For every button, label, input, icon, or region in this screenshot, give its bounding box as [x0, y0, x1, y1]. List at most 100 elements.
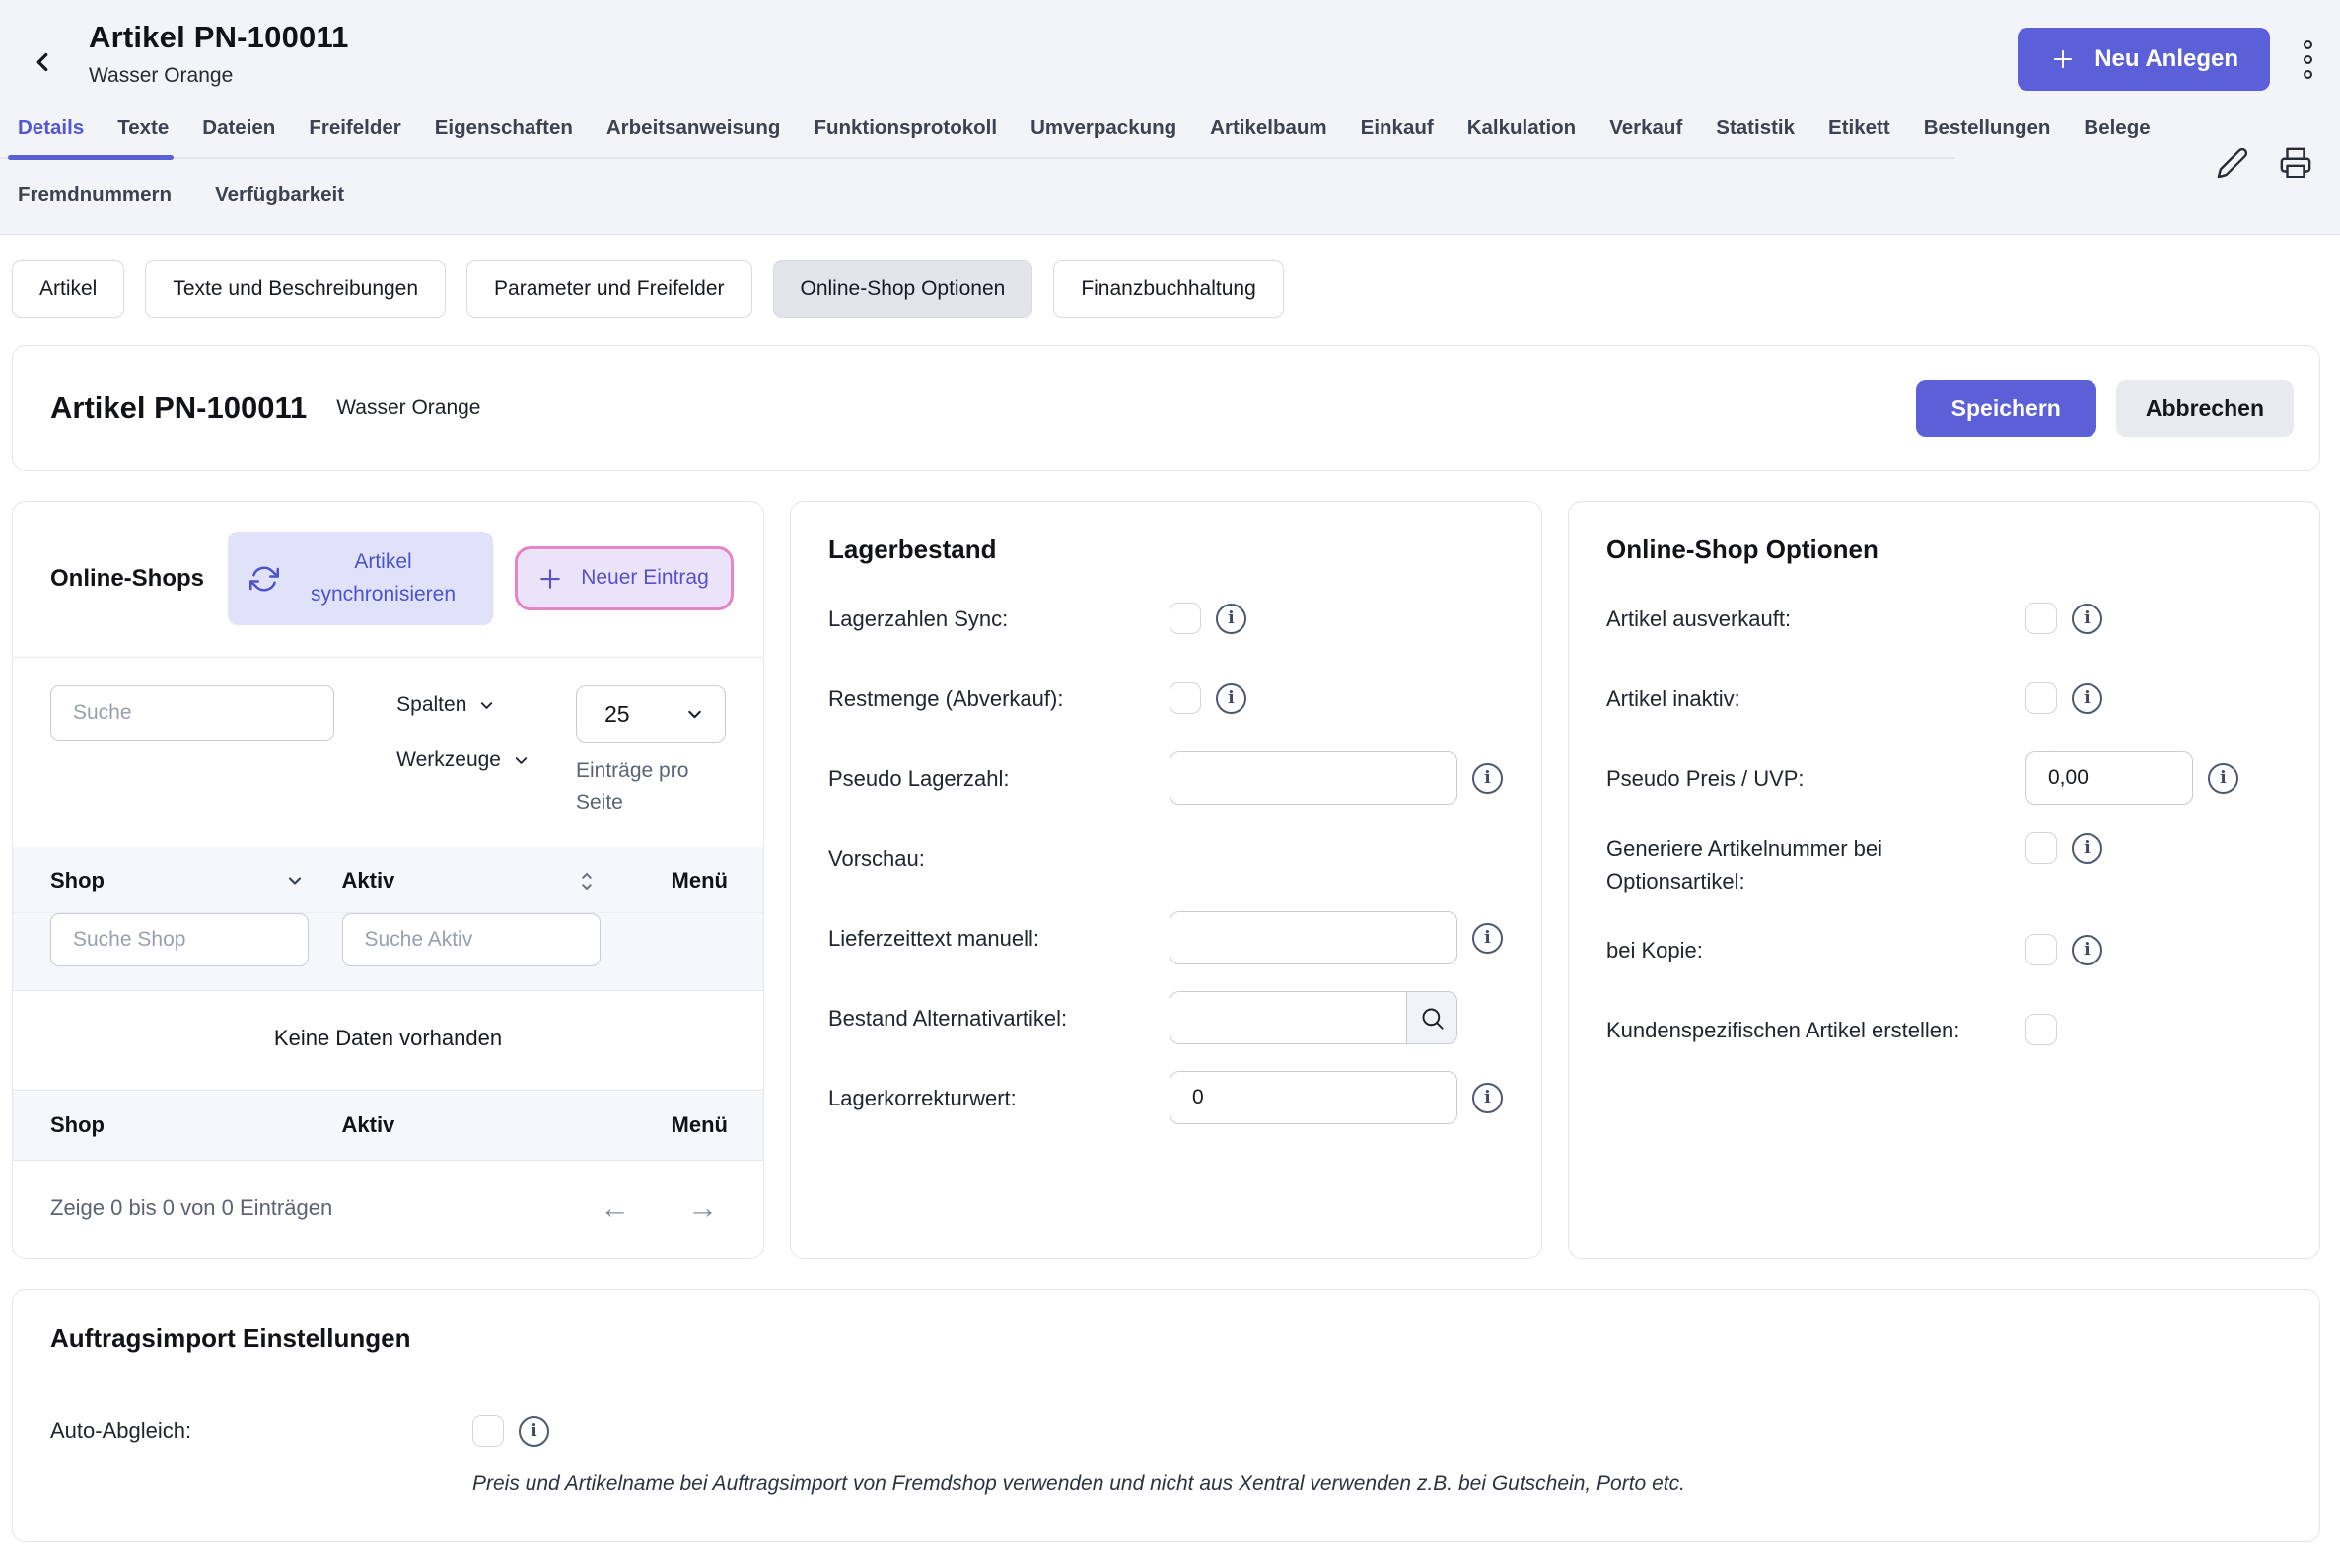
info-icon[interactable]: i [2208, 763, 2238, 794]
pill-parameter-und-freifelder[interactable]: Parameter und Freifelder [466, 260, 751, 318]
werkzeuge-dropdown[interactable]: Werkzeuge [396, 748, 531, 772]
main-content: Artikel Texte und Beschreibungen Paramet… [0, 235, 2340, 1568]
tab-eigenschaften[interactable]: Eigenschaften [435, 116, 573, 157]
info-icon[interactable]: i [1472, 923, 1503, 954]
info-icon[interactable]: i [1216, 604, 1246, 634]
info-icon[interactable]: i [2072, 935, 2102, 965]
pseudo-lagerzahl-input[interactable] [1170, 751, 1457, 805]
tab-kalkulation[interactable]: Kalkulation [1467, 116, 1577, 157]
tab-einkauf[interactable]: Einkauf [1361, 116, 1434, 157]
section-pills: Artikel Texte und Beschreibungen Paramet… [12, 260, 2320, 318]
back-button[interactable] [24, 43, 61, 81]
entries-per-page-label: Einträge pro Seite [576, 755, 726, 818]
cancel-button[interactable]: Abbrechen [2116, 380, 2294, 437]
page-subtitle: Wasser Orange [89, 64, 349, 88]
lieferzeittext-label: Lieferzeittext manuell: [828, 922, 1170, 955]
empty-table-message: Keine Daten vorhanden [13, 991, 763, 1091]
tab-arbeitsanweisung[interactable]: Arbeitsanweisung [606, 116, 781, 157]
printer-icon [2279, 146, 2312, 179]
restmenge-label: Restmenge (Abverkauf): [828, 682, 1170, 715]
generiere-artikelnummer-label: Generiere Artikelnummer bei Optionsartik… [1606, 832, 2025, 897]
tab-funktionsprotokoll[interactable]: Funktionsprotokoll [814, 116, 997, 157]
chevron-left-icon [28, 47, 57, 77]
lagerbestand-title: Lagerbestand [791, 502, 1541, 575]
alternativartikel-search-button[interactable] [1406, 991, 1457, 1044]
search-input[interactable] [50, 685, 334, 741]
tab-details[interactable]: Details [18, 116, 84, 157]
sort-desc-icon[interactable] [285, 871, 305, 891]
kebab-dot-icon [2304, 70, 2312, 79]
info-icon[interactable]: i [2072, 683, 2102, 714]
info-icon[interactable]: i [1472, 763, 1503, 794]
info-icon[interactable]: i [519, 1416, 549, 1447]
shop-filter-input[interactable] [50, 913, 309, 966]
column-header-shop[interactable]: Shop [50, 868, 105, 893]
tab-dateien[interactable]: Dateien [202, 116, 275, 157]
entries-per-page-value: 25 [604, 701, 630, 728]
pill-texte-und-beschreibungen[interactable]: Texte und Beschreibungen [145, 260, 446, 318]
neuer-eintrag-button[interactable]: Neuer Eintrag [515, 546, 734, 610]
neu-anlegen-label: Neu Anlegen [2094, 45, 2238, 73]
auto-abgleich-checkbox[interactable] [472, 1415, 504, 1447]
info-icon[interactable]: i [1472, 1083, 1503, 1113]
lagerkorrekturwert-input[interactable] [1170, 1071, 1457, 1124]
tab-etikett[interactable]: Etikett [1828, 116, 1890, 157]
restmenge-checkbox[interactable] [1170, 682, 1201, 714]
pseudo-preis-input[interactable] [2025, 751, 2193, 805]
info-icon[interactable]: i [1216, 683, 1246, 714]
bei-kopie-checkbox[interactable] [2025, 934, 2057, 965]
pill-online-shop-optionen[interactable]: Online-Shop Optionen [773, 260, 1033, 318]
spalten-label: Spalten [396, 693, 466, 717]
pencil-icon [2216, 146, 2249, 179]
column-header-aktiv[interactable]: Aktiv [342, 868, 395, 893]
tab-statistik[interactable]: Statistik [1716, 116, 1795, 157]
tab-umverpackung[interactable]: Umverpackung [1030, 116, 1176, 157]
tab-belege[interactable]: Belege [2084, 116, 2150, 157]
artikel-inaktiv-checkbox[interactable] [2025, 682, 2057, 714]
werkzeuge-label: Werkzeuge [396, 748, 501, 772]
spalten-dropdown[interactable]: Spalten [396, 693, 496, 717]
artikel-inaktiv-label: Artikel inaktiv: [1606, 682, 2025, 715]
tab-bestellungen[interactable]: Bestellungen [1924, 116, 2051, 157]
aktiv-filter-input[interactable] [342, 913, 601, 966]
table-header-row: Shop Aktiv Menü [13, 847, 763, 913]
entries-per-page-select[interactable]: 25 [576, 685, 726, 743]
pill-finanzbuchhaltung[interactable]: Finanzbuchhaltung [1053, 260, 1283, 318]
info-icon[interactable]: i [2072, 604, 2102, 634]
top-bar: Artikel PN-100011 Wasser Orange Neu Anle… [0, 0, 2340, 235]
pill-artikel[interactable]: Artikel [12, 260, 124, 318]
tab-artikelbaum[interactable]: Artikelbaum [1210, 116, 1326, 157]
kundenspezifisch-checkbox[interactable] [2025, 1014, 2057, 1045]
table-footer-header-row: Shop Aktiv Menü [13, 1091, 763, 1161]
lagerzahlen-sync-checkbox[interactable] [1170, 603, 1201, 634]
generiere-artikelnummer-checkbox[interactable] [2025, 832, 2057, 864]
artikel-synchronisieren-button[interactable]: Artikel synchronisieren [228, 532, 493, 625]
online-shops-title: Online-Shops [50, 561, 206, 597]
next-page-arrow-icon[interactable]: → [687, 1192, 718, 1223]
pseudo-preis-label: Pseudo Preis / UVP: [1606, 762, 2025, 795]
online-shops-panel: Online-Shops Artikel synchronisieren Neu… [12, 501, 764, 1259]
lieferzeittext-input[interactable] [1170, 911, 1457, 964]
sort-updown-icon[interactable] [578, 870, 596, 892]
bestand-alternativartikel-label: Bestand Alternativartikel: [828, 1002, 1170, 1034]
tab-verkauf[interactable]: Verkauf [1609, 116, 1682, 157]
article-subtitle: Wasser Orange [336, 396, 480, 420]
kebab-menu-button[interactable] [2300, 35, 2316, 85]
table-filter-row [13, 913, 763, 991]
bestand-alternativartikel-input[interactable] [1170, 991, 1406, 1044]
auftragsimport-title: Auftragsimport Einstellungen [50, 1323, 2280, 1358]
save-button[interactable]: Speichern [1916, 380, 2096, 437]
tab-fremdnummern[interactable]: Fremdnummern [18, 183, 172, 207]
artikel-ausverkauft-checkbox[interactable] [2025, 603, 2057, 634]
edit-button[interactable] [2214, 144, 2251, 181]
auto-abgleich-note: Preis und Artikelname bei Auftragsimport… [472, 1472, 2280, 1496]
tab-texte[interactable]: Texte [117, 116, 169, 157]
pseudo-lagerzahl-label: Pseudo Lagerzahl: [828, 762, 1170, 795]
tab-verfuegbarkeit[interactable]: Verfügbarkeit [215, 183, 344, 207]
neu-anlegen-button[interactable]: Neu Anlegen [2018, 28, 2270, 91]
prev-page-arrow-icon[interactable]: ← [600, 1192, 630, 1223]
chevron-down-icon [477, 696, 496, 715]
print-button[interactable] [2277, 144, 2314, 181]
info-icon[interactable]: i [2072, 833, 2102, 864]
tab-freifelder[interactable]: Freifelder [309, 116, 400, 157]
